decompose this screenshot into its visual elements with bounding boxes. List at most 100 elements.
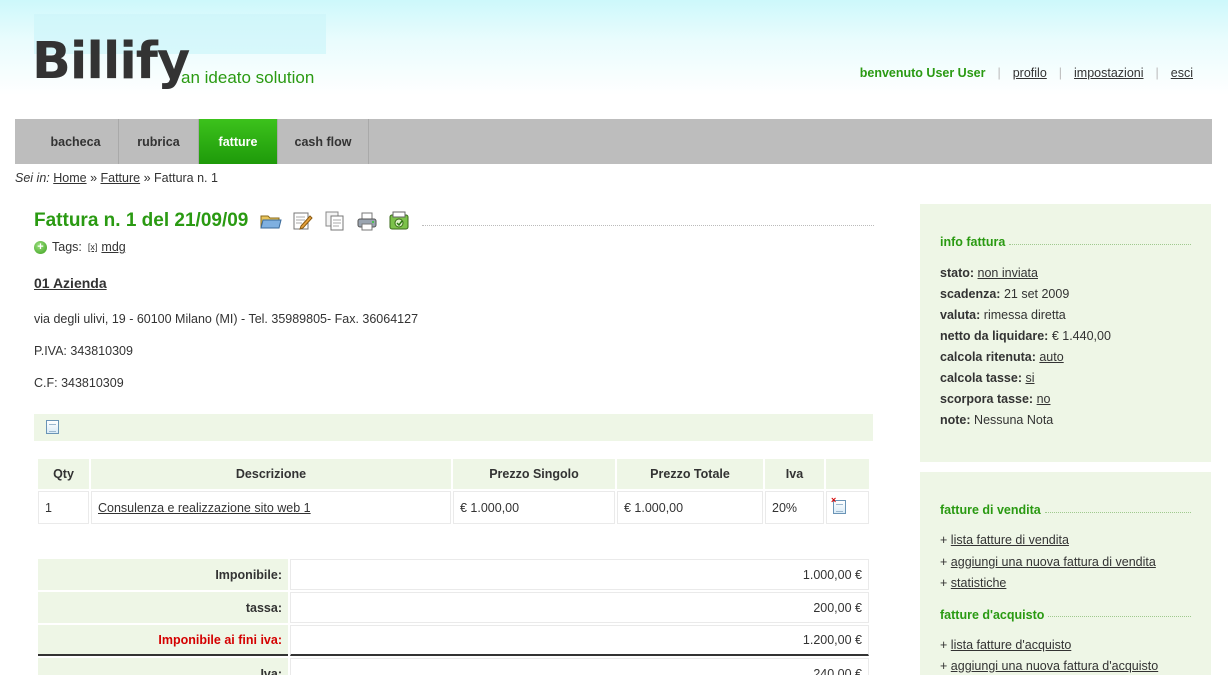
- separator: |: [1058, 66, 1063, 80]
- acquisto-links: + lista fatture d'acquisto + aggiungi un…: [940, 635, 1191, 675]
- totals-row: Imponibile ai fini iva: 1.200,00 €: [38, 625, 869, 656]
- list-item: + lista fatture di vendita: [940, 530, 1191, 552]
- totals-label: Imponibile:: [38, 559, 288, 590]
- info-value: Nessuna Nota: [974, 413, 1054, 427]
- ritenuta-link[interactable]: auto: [1039, 350, 1063, 364]
- tab-bacheca[interactable]: bacheca: [15, 119, 119, 164]
- info-label: valuta:: [940, 308, 981, 322]
- totals-row: tassa: 200,00 €: [38, 592, 869, 623]
- item-qty: 1: [38, 491, 89, 524]
- tags-row: + Tags: [x] mdg: [34, 239, 874, 255]
- lista-vendita-link[interactable]: lista fatture di vendita: [951, 533, 1069, 547]
- info-fattura-title: info fattura: [940, 235, 1006, 249]
- separator: |: [997, 66, 1001, 80]
- tab-fatture[interactable]: fatture: [199, 119, 278, 164]
- items-table: Qty Descrizione Prezzo Singolo Prezzo To…: [36, 457, 871, 526]
- tag-link[interactable]: mdg: [101, 240, 125, 254]
- totals-table: Imponibile: 1.000,00 € tassa: 200,00 € I…: [36, 557, 871, 675]
- open-folder-icon[interactable]: [260, 211, 283, 231]
- info-label: scadenza:: [940, 287, 1001, 301]
- copy-icon[interactable]: [324, 211, 346, 231]
- totals-label: Iva:: [38, 658, 288, 675]
- info-scadenza: scadenza: 21 set 2009: [940, 284, 1191, 305]
- company-name[interactable]: 01 Azienda: [34, 275, 874, 291]
- totals-label: Imponibile ai fini iva:: [38, 625, 288, 656]
- heading-divider: [1009, 243, 1191, 245]
- info-label: calcola tasse:: [940, 371, 1022, 385]
- add-item-icon[interactable]: [46, 420, 59, 434]
- totals-label: tassa:: [38, 592, 288, 623]
- info-fattura-box: info fattura stato: non inviata scadenza…: [920, 204, 1211, 462]
- stato-link[interactable]: non inviata: [978, 266, 1038, 280]
- col-actions: [826, 459, 869, 489]
- info-value: € 1.440,00: [1051, 329, 1111, 343]
- tagline: an ideato solution: [181, 68, 315, 87]
- item-desc-link[interactable]: Consulenza e realizzazione sito web 1: [98, 501, 311, 515]
- tab-rubrica[interactable]: rubrica: [119, 119, 199, 164]
- info-label: netto da liquidare:: [940, 329, 1049, 343]
- col-desc: Descrizione: [91, 459, 451, 489]
- delete-mark-icon: ×: [831, 495, 837, 505]
- breadcrumb-sep: »: [90, 171, 98, 185]
- info-value: 21 set 2009: [1003, 287, 1070, 301]
- tasse-link[interactable]: si: [1025, 371, 1034, 385]
- list-item: + lista fatture d'acquisto: [940, 635, 1191, 657]
- info-fattura-rows: stato: non inviata scadenza: 21 set 2009…: [940, 263, 1191, 431]
- add-tag-icon[interactable]: +: [34, 240, 47, 254]
- info-label: scorpora tasse:: [940, 392, 1034, 406]
- title-row: Fattura n. 1 del 21/09/09: [34, 205, 874, 237]
- item-total-price: € 1.000,00: [617, 491, 763, 524]
- statistiche-link[interactable]: statistiche: [951, 576, 1007, 590]
- nuova-vendita-link[interactable]: aggiungi una nuova fattura di vendita: [951, 555, 1156, 569]
- info-note: note: Nessuna Nota: [940, 410, 1191, 431]
- fatture-links-box: fatture di vendita + lista fatture di ve…: [920, 472, 1211, 675]
- company-address: via degli ulivi, 19 - 60100 Milano (MI) …: [34, 312, 419, 326]
- vendita-heading: fatture di vendita: [940, 503, 1191, 517]
- col-unit-price: Prezzo Singolo: [453, 459, 615, 489]
- bullet: +: [940, 637, 948, 652]
- list-item: + statistiche: [940, 573, 1191, 595]
- bullet: +: [940, 576, 948, 590]
- info-label: stato:: [940, 266, 975, 280]
- acquisto-heading: fatture d'acquisto: [940, 608, 1191, 622]
- breadcrumb-fatture[interactable]: Fatture: [101, 171, 141, 185]
- separator: |: [1155, 66, 1159, 80]
- invoice-actions: [260, 211, 410, 231]
- edit-icon[interactable]: [292, 211, 314, 231]
- totals-row: Imponibile: 1.000,00 €: [38, 559, 869, 590]
- breadcrumb-lead: Sei in:: [15, 171, 50, 185]
- tags-label: Tags:: [52, 240, 82, 254]
- remove-tag-link[interactable]: [x]: [88, 242, 98, 252]
- info-valuta: valuta: rimessa diretta: [940, 305, 1191, 326]
- totals-value: 200,00 €: [290, 592, 869, 623]
- nuova-acquisto-link[interactable]: aggiungi una nuova fattura d'acquisto: [951, 659, 1158, 673]
- print-icon[interactable]: [356, 211, 378, 231]
- profile-link[interactable]: profilo: [1013, 66, 1047, 80]
- logo[interactable]: Billify: [32, 32, 190, 92]
- user-nav: benvenuto User User | profilo | impostaz…: [860, 66, 1193, 80]
- scorpora-link[interactable]: no: [1037, 392, 1051, 406]
- bullet: +: [940, 554, 948, 569]
- logout-link[interactable]: esci: [1171, 66, 1193, 80]
- info-value: rimessa diretta: [983, 308, 1066, 322]
- col-iva: Iva: [765, 459, 824, 489]
- breadcrumb-current: Fattura n. 1: [154, 171, 218, 185]
- title-divider: [422, 224, 874, 226]
- info-stato: stato: non inviata: [940, 263, 1191, 284]
- add-item-bar: [34, 414, 873, 441]
- breadcrumb-home[interactable]: Home: [53, 171, 86, 185]
- invoice-main: Fattura n. 1 del 21/09/09 + Tags: [x] md…: [34, 205, 874, 675]
- bullet: +: [940, 533, 948, 547]
- lista-acquisto-link[interactable]: lista fatture d'acquisto: [951, 638, 1072, 652]
- table-row: 1 Consulenza e realizzazione sito web 1 …: [38, 491, 869, 524]
- heading-divider: [1044, 511, 1191, 513]
- totals-value: 240,00 €: [290, 658, 869, 675]
- tab-cash-flow[interactable]: cash flow: [278, 119, 369, 164]
- welcome-text: benvenuto User User: [859, 66, 986, 80]
- cash-register-icon[interactable]: [388, 211, 410, 231]
- heading-divider: [1048, 616, 1191, 617]
- info-fattura-heading: info fattura: [940, 235, 1191, 249]
- item-actions: ×: [826, 491, 869, 524]
- info-label: calcola ritenuta:: [940, 350, 1036, 364]
- settings-link[interactable]: impostazioni: [1074, 66, 1143, 80]
